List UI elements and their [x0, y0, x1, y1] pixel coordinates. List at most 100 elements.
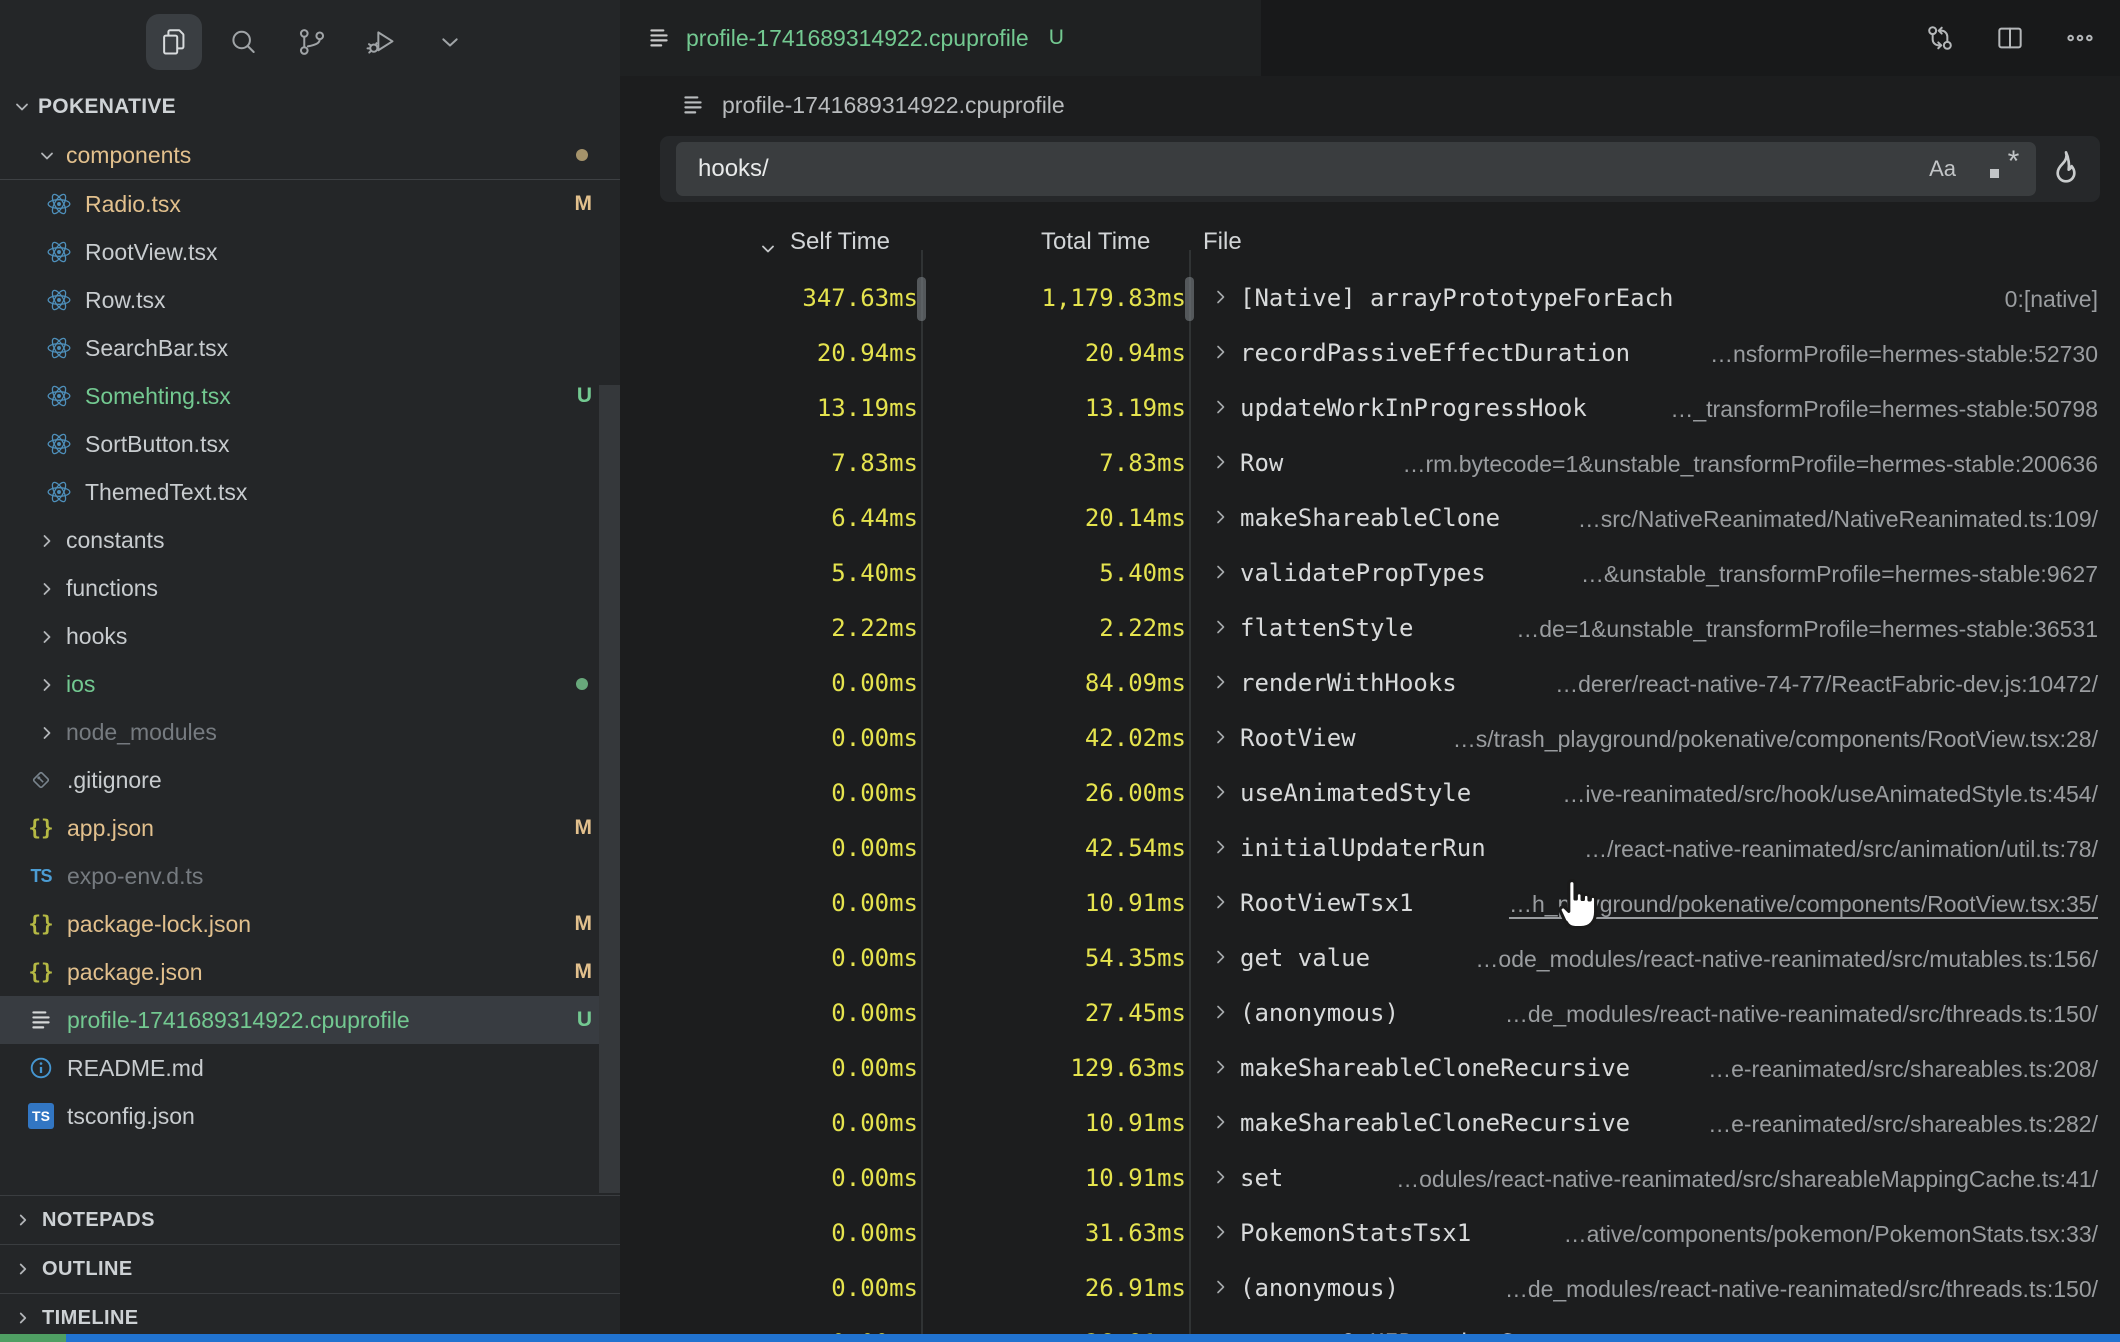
split-editor-icon[interactable]: [1988, 16, 2032, 60]
profile-row-row[interactable]: 7.83ms7.83msRow…rm.bytecode=1&unstable_t…: [620, 437, 2120, 492]
file-location-link[interactable]: 0:[native]: [2005, 286, 2098, 313]
chevron-right-icon[interactable]: [1212, 453, 1230, 471]
chevron-right-icon[interactable]: [1212, 1113, 1230, 1131]
chevron-right-icon[interactable]: [1212, 288, 1230, 306]
column-sash[interactable]: [1189, 250, 1191, 1334]
file-location-link[interactable]: …nsformProfile=hermes-stable:52730: [1710, 341, 2098, 368]
file-location-link[interactable]: …h_playground/pokenative/components/Root…: [1509, 891, 2098, 918]
column-header-total-time[interactable]: Total Time: [1041, 228, 1150, 256]
more-actions-icon[interactable]: [2058, 16, 2102, 60]
file-location-link[interactable]: …derer/react-native-74-77/ReactFabric-de…: [1555, 671, 2098, 698]
chevron-right-icon[interactable]: [1212, 1223, 1230, 1241]
file-location-link[interactable]: …/react-native-reanimated/src/animation/…: [1584, 836, 2098, 863]
chevron-right-icon[interactable]: [1212, 783, 1230, 801]
sidebar-item-functions[interactable]: functions: [0, 564, 620, 612]
file-location-link[interactable]: …&unstable_transformProfile=hermes-stabl…: [1581, 561, 2098, 588]
profile-row-renderwithhooks[interactable]: 0.00ms84.09msrenderWithHooks…derer/react…: [620, 657, 2120, 712]
chevron-right-icon[interactable]: [1212, 893, 1230, 911]
chevron-right-icon[interactable]: [1212, 838, 1230, 856]
profile-row-rootviewtsx1[interactable]: 0.00ms10.91msRootViewTsx1…h_playground/p…: [620, 877, 2120, 932]
file-location-link[interactable]: …odules/react-native-reanimated/src/shar…: [1396, 1166, 2098, 1193]
profile-row-rootview[interactable]: 0.00ms42.02msRootView…s/trash_playground…: [620, 712, 2120, 767]
sidebar-section-notepads[interactable]: NOTEPADS: [0, 1195, 620, 1244]
chevron-right-icon[interactable]: [1212, 343, 1230, 361]
profile-row-makeshareableclonerecursive[interactable]: 0.00ms10.91msmakeShareableCloneRecursive…: [620, 1097, 2120, 1152]
profile-row-useanimatedstyle[interactable]: 0.00ms26.00msuseAnimatedStyle…ive-reanim…: [620, 767, 2120, 822]
search-icon[interactable]: [215, 14, 271, 70]
chevron-right-icon[interactable]: [1212, 728, 1230, 746]
file-location-link[interactable]: …e-reanimated/src/shareables.ts:282/: [1708, 1111, 2098, 1138]
file-location-link[interactable]: …s/trash_playground/pokenative/component…: [1453, 726, 2098, 753]
sidebar-item-tsconfig-json[interactable]: TStsconfig.json: [0, 1092, 620, 1140]
sidebar-item-searchbar-tsx[interactable]: SearchBar.tsx: [0, 324, 620, 372]
sidebar-scrollbar[interactable]: [599, 385, 620, 1193]
sidebar-item-ios[interactable]: ios: [0, 660, 620, 708]
sidebar-item-package-lock-json[interactable]: {}package-lock.jsonM: [0, 900, 620, 948]
file-location-link[interactable]: …rm.bytecode=1&unstable_transformProfile…: [1403, 451, 2099, 478]
profile-row-native-arrayprototypeforeach[interactable]: 347.63ms1,179.83ms[Native] arrayPrototyp…: [620, 272, 2120, 327]
profile-row-recordpassiveeffectduration[interactable]: 20.94ms20.94msrecordPassiveEffectDuratio…: [620, 327, 2120, 382]
more-views-icon[interactable]: [422, 14, 478, 70]
file-location-link[interactable]: …de=1&unstable_transformProfile=hermes-s…: [1516, 616, 2098, 643]
sidebar-section-outline[interactable]: OUTLINE: [0, 1244, 620, 1293]
profile-row-initialupdaterrun[interactable]: 0.00ms42.54msinitialUpdaterRun…/react-na…: [620, 822, 2120, 877]
sidebar-item-expo-env-d-ts[interactable]: TSexpo-env.d.ts: [0, 852, 620, 900]
chevron-right-icon[interactable]: [1212, 1003, 1230, 1021]
profile-row-updateworkinprogresshook[interactable]: 13.19ms13.19msupdateWorkInProgressHook…_…: [620, 382, 2120, 437]
sidebar-item-row-tsx[interactable]: Row.tsx: [0, 276, 620, 324]
sidebar-item-node-modules[interactable]: node_modules: [0, 708, 620, 756]
sidebar-item-components[interactable]: components: [0, 131, 620, 180]
profile-row-anonymous[interactable]: 0.00ms27.45ms(anonymous)…de_modules/reac…: [620, 987, 2120, 1042]
flame-icon[interactable]: [2046, 148, 2086, 188]
workspace-root[interactable]: POKENATIVE: [0, 83, 620, 131]
tab-cpuprofile[interactable]: profile-1741689314922.cpuprofile U: [620, 0, 1261, 76]
regex-icon[interactable]: *: [1986, 149, 2020, 189]
sidebar-item-profile-1741689314922-cpuprofile[interactable]: profile-1741689314922.cpuprofileU: [0, 996, 620, 1044]
chevron-right-icon[interactable]: [1212, 563, 1230, 581]
filter-input[interactable]: hooks/ Aa *: [676, 142, 2036, 196]
file-location-link[interactable]: …_transformProfile=hermes-stable:50798: [1670, 396, 2098, 423]
file-location-link[interactable]: …e-reanimated/src/shareables.ts:208/: [1708, 1056, 2098, 1083]
profile-row-makeshareableclonerecursive[interactable]: 0.00ms129.63msmakeShareableCloneRecursiv…: [620, 1042, 2120, 1097]
open-changes-icon[interactable]: [1918, 16, 1962, 60]
sidebar-item-readme-md[interactable]: README.md: [0, 1044, 620, 1092]
profile-row-executeonuiruntimesync[interactable]: 0.00ms26.91msexecuteOnUIRuntimeSync…tive…: [620, 1317, 2120, 1334]
chevron-right-icon[interactable]: [1212, 618, 1230, 636]
profile-row-makeshareableclone[interactable]: 6.44ms20.14msmakeShareableClone…src/Nati…: [620, 492, 2120, 547]
file-location-link[interactable]: …de_modules/react-native-reanimated/src/…: [1505, 1001, 2098, 1028]
profile-row-get-value[interactable]: 0.00ms54.35msget value…ode_modules/react…: [620, 932, 2120, 987]
sidebar-item-package-json[interactable]: {}package.jsonM: [0, 948, 620, 996]
file-location-link[interactable]: …ive-reanimated/src/hook/useAnimatedStyl…: [1562, 781, 2098, 808]
chevron-right-icon[interactable]: [1212, 673, 1230, 691]
file-location-link[interactable]: …ode_modules/react-native-reanimated/src…: [1475, 946, 2098, 973]
sidebar-item-hooks[interactable]: hooks: [0, 612, 620, 660]
file-location-link[interactable]: …ative/components/pokemon/PokemonStats.t…: [1564, 1221, 2098, 1248]
chevron-right-icon[interactable]: [1212, 508, 1230, 526]
chevron-right-icon[interactable]: [1212, 948, 1230, 966]
profile-row-validateproptypes[interactable]: 5.40ms5.40msvalidatePropTypes…&unstable_…: [620, 547, 2120, 602]
profile-row-pokemonstatstsx1[interactable]: 0.00ms31.63msPokemonStatsTsx1…ative/comp…: [620, 1207, 2120, 1262]
chevron-right-icon[interactable]: [1212, 398, 1230, 416]
sidebar-item-themedtext-tsx[interactable]: ThemedText.tsx: [0, 468, 620, 516]
column-header-self-time[interactable]: Self Time: [790, 228, 890, 256]
profile-row-flattenstyle[interactable]: 2.22ms2.22msflattenStyle…de=1&unstable_t…: [620, 602, 2120, 657]
sidebar-item-gitignore[interactable]: .gitignore: [0, 756, 620, 804]
sidebar-item-somehting-tsx[interactable]: Somehting.tsxU: [0, 372, 620, 420]
explorer-icon[interactable]: [146, 14, 202, 70]
run-debug-icon[interactable]: [353, 14, 409, 70]
sidebar-item-radio-tsx[interactable]: Radio.tsxM: [0, 180, 620, 228]
sidebar-item-app-json[interactable]: {}app.jsonM: [0, 804, 620, 852]
file-location-link[interactable]: …de_modules/react-native-reanimated/src/…: [1505, 1276, 2098, 1303]
sidebar-item-rootview-tsx[interactable]: RootView.tsx: [0, 228, 620, 276]
file-location-link[interactable]: …src/NativeReanimated/NativeReanimated.t…: [1578, 506, 2098, 533]
chevron-right-icon[interactable]: [1212, 1168, 1230, 1186]
sidebar-item-constants[interactable]: constants: [0, 516, 620, 564]
chevron-right-icon[interactable]: [1212, 1058, 1230, 1076]
column-sash[interactable]: [921, 250, 923, 1334]
profile-row-anonymous[interactable]: 0.00ms26.91ms(anonymous)…de_modules/reac…: [620, 1262, 2120, 1317]
source-control-icon[interactable]: [284, 14, 340, 70]
column-header-file[interactable]: File: [1203, 228, 1242, 256]
chevron-right-icon[interactable]: [1212, 1278, 1230, 1296]
profile-row-set[interactable]: 0.00ms10.91msset…odules/react-native-rea…: [620, 1152, 2120, 1207]
sidebar-item-sortbutton-tsx[interactable]: SortButton.tsx: [0, 420, 620, 468]
